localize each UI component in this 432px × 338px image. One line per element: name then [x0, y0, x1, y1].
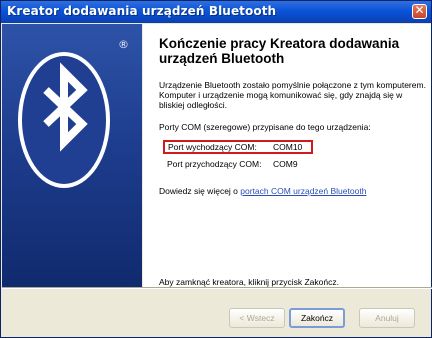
outgoing-port-value: COM10 [273, 142, 303, 152]
com-ports-link[interactable]: portach COM urządzeń Bluetooth [240, 186, 366, 196]
incoming-port-label: Port przychodzący COM: [167, 159, 262, 169]
wizard-window: Kreator dodawania urządzeń Bluetooth ✕ ®… [0, 0, 432, 338]
learn-more-line: Dowiedz się więcej o portach COM urządze… [159, 186, 429, 196]
finish-button[interactable]: Zakończ [289, 308, 345, 328]
close-icon: ✕ [414, 3, 425, 17]
title-bar[interactable]: Kreator dodawania urządzeń Bluetooth ✕ [1, 1, 431, 23]
learn-more-prefix: Dowiedz się więcej o [159, 186, 241, 196]
finish-hint: Aby zamknąć kreatora, kliknij przycisk Z… [159, 277, 339, 287]
bluetooth-logo-icon [18, 52, 110, 188]
page-heading: Kończenie pracy Kreatora dodawania urząd… [159, 36, 400, 66]
cancel-button[interactable]: Anuluj [359, 308, 415, 328]
close-button[interactable]: ✕ [412, 3, 427, 19]
outgoing-port-label: Port wychodzący COM: [168, 142, 257, 152]
description-text: Urządzenie Bluetooth zostało pomyślnie p… [159, 80, 426, 110]
incoming-port-value: COM9 [273, 159, 298, 169]
outgoing-port-highlight: Port wychodzący COM: COM10 [163, 140, 313, 154]
window-title: Kreator dodawania urządzeń Bluetooth [7, 4, 277, 18]
wizard-banner: ® [2, 24, 142, 287]
content-panel: Kończenie pracy Kreatora dodawania urząd… [143, 24, 431, 287]
back-button[interactable]: < Wstecz [229, 308, 285, 328]
ports-header: Porty COM (szeregowe) przypisane do tego… [159, 122, 371, 132]
incoming-port-row: Port przychodzący COM: COM9 [165, 158, 315, 170]
footer-separator [2, 287, 432, 289]
registered-mark: ® [118, 38, 129, 51]
